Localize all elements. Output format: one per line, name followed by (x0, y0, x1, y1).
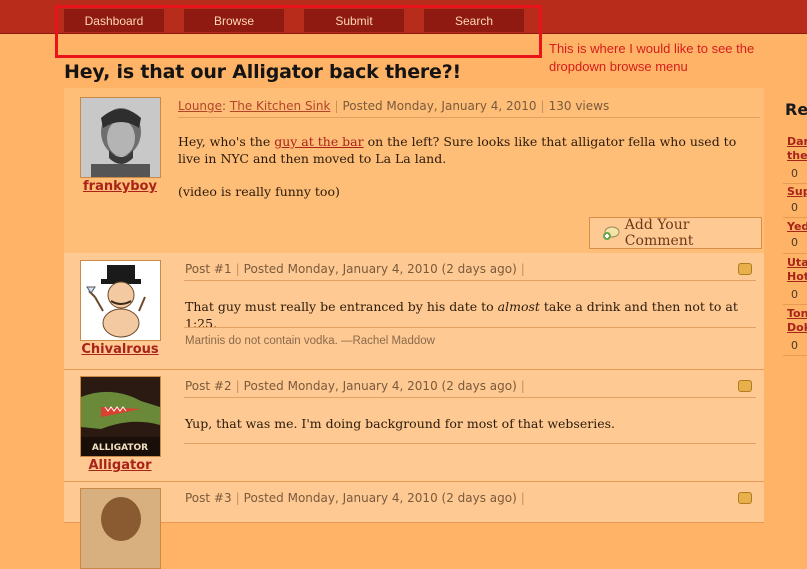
related-link[interactable]: Dar the (787, 135, 807, 163)
related-link[interactable]: Ton Dok (787, 307, 807, 335)
avatar-photo-icon (81, 489, 160, 568)
svg-text:ALLIGATOR: ALLIGATOR (92, 443, 148, 453)
author-chivalrous[interactable]: Chivalrous (70, 342, 170, 357)
related-item[interactable]: Sup 0 (783, 183, 807, 218)
avatar-alligator[interactable]: ALLIGATOR (80, 376, 161, 457)
meta-divider (178, 117, 760, 118)
posted-date: Posted Monday, January 4, 2010 (2 days a… (243, 491, 517, 505)
quote-icon[interactable] (738, 380, 752, 392)
guy-at-bar-link[interactable]: guy at the bar (274, 134, 363, 149)
original-post: frankyboy Lounge: The Kitchen Sink | Poste… (64, 88, 764, 254)
add-comment-button[interactable]: Add Your Comment (589, 217, 762, 249)
related-item[interactable]: Dar the 0 (783, 133, 807, 184)
related-count: 0 (791, 201, 798, 214)
posted-date: Posted Monday, January 4, 2010 (2 days a… (243, 379, 517, 393)
post-number: Post #3 (185, 491, 232, 505)
reply-2-body: Yup, that was me. I'm doing background f… (185, 416, 615, 431)
reply-2-meta: Post #2 | Posted Monday, January 4, 2010 (… (185, 379, 525, 393)
view-count: 130 views (548, 99, 610, 113)
signature: Martinis do not contain vodka. —Rachel M… (185, 335, 435, 347)
quote-icon[interactable] (738, 492, 752, 504)
reply-3-meta: Post #3 | Posted Monday, January 4, 2010 (… (185, 491, 525, 505)
post-number: Post #1 (185, 262, 232, 276)
related-heading: Rel (785, 100, 807, 119)
related-item[interactable]: Yed 0 (783, 218, 807, 254)
related-count: 0 (791, 339, 798, 352)
reply-divider (184, 280, 756, 281)
post-meta: Lounge: The Kitchen Sink | Posted Monday, … (178, 99, 610, 113)
annotation-note: This is where I would like to see the dr… (549, 41, 755, 74)
reply-post-1: Chivalrous Post #1 | Posted Monday, Januar… (64, 253, 764, 370)
related-link[interactable]: Sup (787, 185, 807, 199)
avatar-user[interactable] (80, 488, 161, 569)
subcategory-link[interactable]: The Kitchen Sink (230, 99, 331, 113)
related-count: 0 (791, 288, 798, 301)
related-link[interactable]: Uta Hot (787, 256, 807, 284)
reply-post-3: Post #3 | Posted Monday, January 4, 2010 (… (64, 482, 764, 569)
author-alligator[interactable]: Alligator (70, 458, 170, 473)
post-number: Post #2 (185, 379, 232, 393)
quote-icon[interactable] (738, 263, 752, 275)
avatar-photo-icon (81, 98, 160, 177)
body-divider (184, 443, 756, 444)
reply-post-2: ALLIGATOR Alligator Post #2 | Posted Monda… (64, 370, 764, 482)
signature-divider (184, 327, 756, 328)
related-count: 0 (791, 167, 798, 180)
alligator-poster-icon: ALLIGATOR (81, 377, 160, 456)
related-count: 0 (791, 236, 798, 249)
avatar-chivalrous[interactable] (80, 260, 161, 341)
reply-divider (184, 397, 756, 398)
reply-1-meta: Post #1 | Posted Monday, January 4, 2010 (… (185, 262, 525, 276)
related-link[interactable]: Yed (787, 220, 807, 234)
thread-panel: frankyboy Lounge: The Kitchen Sink | Poste… (64, 88, 764, 569)
category-link[interactable]: Lounge (178, 99, 222, 113)
avatar-frankyboy[interactable] (80, 97, 161, 178)
post-body: Hey, who's the guy at the bar on the lef… (178, 134, 737, 166)
related-item[interactable]: Uta Hot 0 (783, 254, 807, 305)
post-body-line2: (video is really funny too) (178, 184, 340, 199)
cartoon-avatar-icon (81, 261, 160, 340)
comment-add-icon (603, 226, 620, 240)
author-frankyboy[interactable]: frankyboy (70, 179, 170, 194)
page-title: Hey, is that our Alligator back there?! (64, 61, 462, 83)
annotation-highlight-box (55, 5, 542, 58)
posted-date: Posted Monday, January 4, 2010 (342, 99, 537, 113)
related-item[interactable]: Ton Dok 0 (783, 305, 807, 356)
posted-date: Posted Monday, January 4, 2010 (2 days a… (243, 262, 517, 276)
